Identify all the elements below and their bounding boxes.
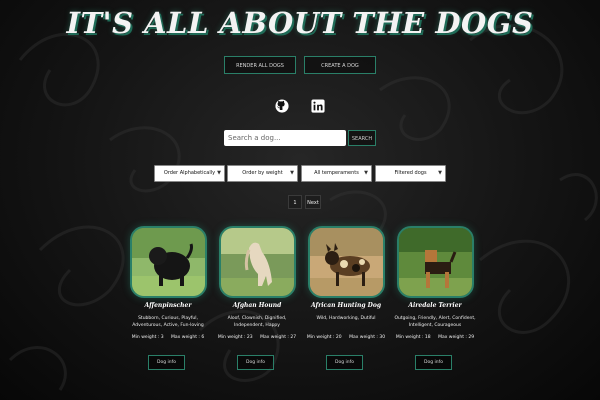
max-weight: Max weight : 27 — [260, 335, 297, 340]
page-title: IT'S ALL ABOUT THE DOGS — [66, 6, 534, 40]
dog-weights: Min weight : 18 Max weight : 29 — [391, 335, 479, 340]
order-alphabetically-label: Order Alphabetically — [163, 170, 216, 176]
order-by-weight-label: Order by weight — [242, 170, 283, 176]
dog-info-button[interactable]: Dog info — [326, 355, 363, 370]
dog-info-button[interactable]: Dog info — [237, 355, 274, 370]
dog-card: Affenpinscher Stubborn, Curious, Playful… — [128, 224, 208, 374]
dog-photo — [219, 226, 296, 298]
chevron-down-icon: ▼ — [217, 170, 221, 176]
filtered-dogs-select[interactable]: Filtered dogs ▼ — [375, 165, 446, 182]
dog-photo — [130, 226, 207, 298]
order-alphabetically-select[interactable]: Order Alphabetically ▼ — [154, 165, 225, 182]
chevron-down-icon: ▼ — [364, 170, 368, 176]
dog-info-button[interactable]: Dog info — [415, 355, 452, 370]
dog-temperament: Stubborn, Curious, Playful, Adventurous,… — [132, 316, 204, 328]
render-all-dogs-button[interactable]: RENDER ALL DOGS — [224, 56, 296, 74]
chevron-down-icon: ▼ — [290, 170, 294, 176]
max-weight: Max weight : 29 — [438, 335, 475, 340]
min-weight: Min weight : 23 — [217, 335, 253, 340]
dog-info-button[interactable]: Dog info — [148, 355, 185, 370]
search-button[interactable]: SEARCH — [348, 130, 376, 146]
next-page-button[interactable]: Next — [305, 195, 321, 209]
temperaments-select[interactable]: All temperaments ▼ — [301, 165, 372, 182]
dog-weights: Min weight : 23 Max weight : 27 — [213, 335, 301, 340]
dog-name: Airedale Terrier — [408, 302, 462, 309]
dog-name: Affenpinscher — [144, 302, 192, 309]
dog-card: Airedale Terrier Outgoing, Friendly, Ale… — [394, 224, 476, 374]
dog-card: Afghan Hound Aloof, Clownish, Dignified,… — [217, 224, 297, 374]
dog-weights: Min weight : 20 Max weight : 30 — [302, 335, 390, 340]
github-icon[interactable] — [275, 99, 289, 113]
min-weight: Min weight : 20 — [306, 335, 342, 340]
min-weight: Min weight : 3 — [131, 335, 164, 340]
filtered-dogs-label: Filtered dogs — [394, 170, 427, 176]
temperaments-label: All temperaments — [314, 170, 359, 176]
linkedin-icon[interactable] — [311, 99, 325, 113]
dog-name: African Hunting Dog — [310, 302, 382, 309]
dog-card: African Hunting Dog Wild, Hardworking, D… — [306, 224, 386, 374]
search-input[interactable] — [224, 130, 346, 146]
page-1-button[interactable]: 1 — [288, 195, 302, 209]
min-weight: Min weight : 18 — [395, 335, 431, 340]
create-dog-button[interactable]: CREATE A DOG — [304, 56, 376, 74]
max-weight: Max weight : 30 — [349, 335, 386, 340]
max-weight: Max weight : 6 — [171, 335, 205, 340]
dog-temperament: Wild, Hardworking, Dutiful — [316, 316, 376, 321]
dog-photo — [308, 226, 385, 298]
order-by-weight-select[interactable]: Order by weight ▼ — [227, 165, 298, 182]
dog-weights: Min weight : 3 Max weight : 6 — [124, 335, 212, 340]
dog-name: Afghan Hound — [232, 302, 282, 309]
dog-temperament: Outgoing, Friendly, Alert, Confident, In… — [394, 316, 476, 328]
dog-photo — [397, 226, 474, 298]
dog-temperament: Aloof, Clownish, Dignified, Independent,… — [227, 316, 287, 328]
chevron-down-icon: ▼ — [438, 170, 442, 176]
